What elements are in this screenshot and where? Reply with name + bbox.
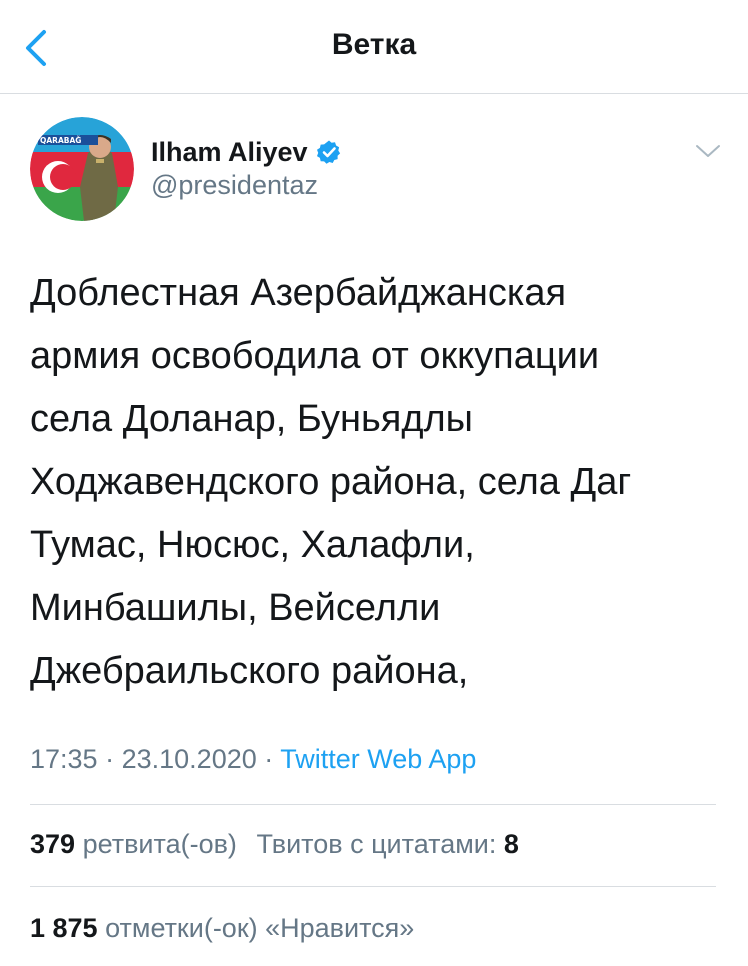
top-bar: Ветка (0, 0, 748, 94)
tweet-date: 23.10.2020 (121, 744, 257, 774)
quotes-stat[interactable]: Твитов с цитатами: 8 (256, 829, 518, 859)
avatar[interactable]: QARABAĞ (30, 117, 134, 221)
more-options-button[interactable] (694, 139, 722, 163)
meta-separator: · (105, 744, 115, 774)
stats-row-likes: 1 875 отметки(-ок) «Нравится» (30, 913, 414, 944)
tweet-meta: 17:35 · 23.10.2020 · Twitter Web App (30, 744, 476, 775)
avatar-image: QARABAĞ (30, 117, 134, 221)
author-handle[interactable]: @presidentaz (151, 170, 318, 201)
avatar-logo-text: QARABAĞ (40, 136, 81, 145)
retweets-label: ретвита(-ов) (82, 829, 237, 859)
divider (30, 886, 716, 887)
stats-row-shares: 379 ретвита(-ов) Твитов с цитатами: 8 (30, 829, 519, 860)
likes-label: отметки(-ок) «Нравится» (105, 913, 415, 943)
quotes-label: Твитов с цитатами: (256, 829, 497, 859)
tweet-time: 17:35 (30, 744, 98, 774)
chevron-down-icon (696, 145, 720, 157)
likes-count: 1 875 (30, 913, 98, 943)
author-name-row: Ilham Aliyev (151, 134, 342, 170)
page-title: Ветка (331, 28, 417, 61)
tweet-text: Доблестная Азербайджанская армия освобод… (30, 272, 632, 692)
likes-stat[interactable]: 1 875 отметки(-ок) «Нравится» (30, 913, 414, 943)
retweets-count: 379 (30, 829, 76, 859)
quotes-count: 8 (503, 829, 519, 859)
author-name[interactable]: Ilham Aliyev (151, 137, 308, 168)
verified-badge-icon (316, 140, 340, 164)
tweet-source-link[interactable]: Twitter Web App (280, 744, 476, 774)
divider (30, 804, 716, 805)
tweet-thread-page: Ветка QARABAĞ Ilham Aliyev @presidentaz … (0, 0, 748, 966)
retweets-stat[interactable]: 379 ретвита(-ов) (30, 829, 244, 859)
meta-separator: · (264, 744, 274, 774)
